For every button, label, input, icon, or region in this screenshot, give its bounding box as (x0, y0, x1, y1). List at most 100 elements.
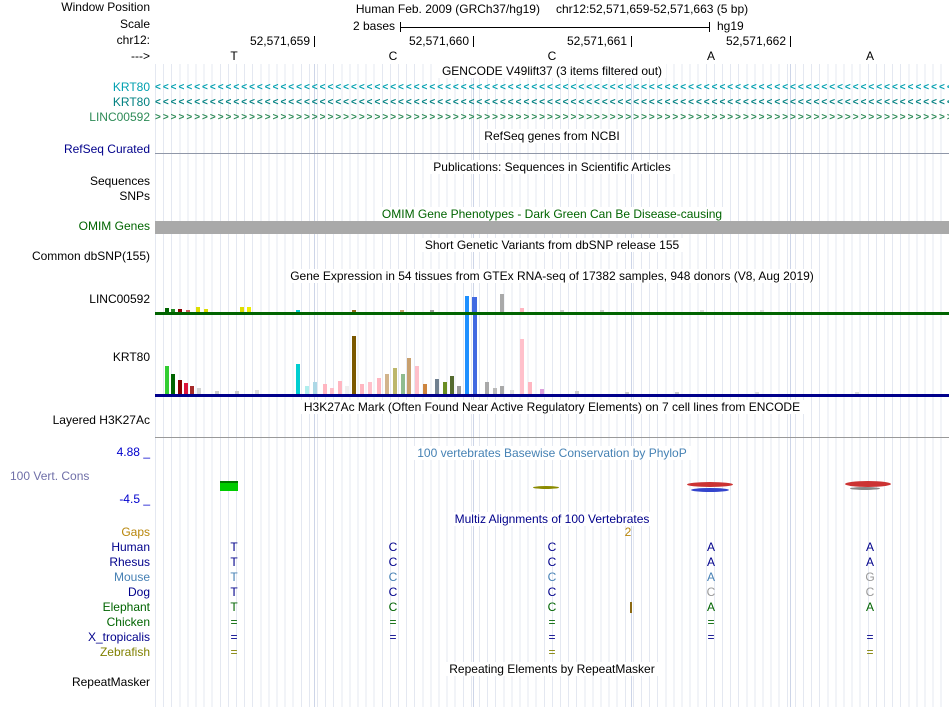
label-seqs[interactable]: Sequences (0, 175, 150, 188)
gtex-bar (465, 296, 469, 394)
label-rmsk[interactable]: RepeatMasker (0, 676, 150, 689)
genome-browser: Window Position Scale chr12: ---> KRT80 KRT80… (0, 0, 950, 707)
alignment-base-x_tropicalis: = (866, 630, 874, 644)
gtex-bar (323, 384, 327, 394)
gene-item-krt80-0[interactable]: <<<<<<<<<<<<<<<<<<<<<<<<<<<<<<<<<<<<<<<<… (155, 81, 949, 94)
alignment-base-chicken: = (548, 615, 556, 629)
ruler-tick (790, 36, 791, 47)
gtex-bar (178, 380, 182, 394)
label-species-dog[interactable]: Dog (0, 586, 150, 599)
base-letter: A (706, 49, 716, 63)
h3k27ac-track-line (155, 437, 949, 438)
conservation-track[interactable] (155, 460, 949, 506)
label-snps[interactable]: SNPs (0, 190, 150, 203)
conservation-mark (687, 482, 733, 487)
alignment-base-mouse: G (865, 570, 875, 584)
track-title-publications: Publications: Sequences in Scientific Ar… (155, 160, 949, 174)
ruler-coordinate: 52,571,662 (725, 34, 786, 48)
alignment-base-mouse: C (388, 570, 398, 584)
alignment-base-rhesus: A (706, 555, 716, 569)
gtex-bar (393, 368, 397, 394)
alignment-base-dog: C (706, 585, 716, 599)
label-vert_cons[interactable]: 100 Vert. Cons (0, 470, 150, 483)
ruler-coordinate: 52,571,660 (408, 34, 469, 48)
track-title-dbsnp: Short Genetic Variants from dbSNP releas… (155, 238, 949, 252)
alignment-base-chicken: = (230, 615, 238, 629)
track-title-phylop: 100 vertebrates Basewise Conservation by… (155, 446, 949, 460)
track-title-multiz: Multiz Alignments of 100 Vertebrates (155, 512, 949, 526)
label-species-x_tropicalis[interactable]: X_tropicalis (0, 631, 150, 644)
alignment-base-dog: C (547, 585, 557, 599)
gtex-bar (184, 383, 188, 394)
label-species-mouse[interactable]: Mouse (0, 571, 150, 584)
alignment-base-rhesus: C (388, 555, 398, 569)
label-gtex_linc[interactable]: LINC00592 (0, 293, 150, 306)
gtex-bar (377, 378, 381, 394)
alignment-base-dog: T (230, 585, 238, 599)
gtex-bar (435, 379, 439, 394)
label-chr: chr12: (116, 33, 150, 47)
conservation-mark (220, 481, 238, 483)
gene-item-krt80-1[interactable]: <<<<<<<<<<<<<<<<<<<<<<<<<<<<<<<<<<<<<<<<… (155, 96, 949, 109)
label-krt80a[interactable]: KRT80 (0, 81, 150, 94)
gtex-bar (171, 374, 175, 394)
label-cons_max: 4.88 _ (116, 445, 150, 459)
label-h3k27ac[interactable]: Layered H3K27Ac (0, 414, 150, 427)
gtex-bar (500, 386, 504, 394)
track-title-gencode: GENCODE V49lift37 (3 items filtered out) (155, 64, 949, 78)
ruler-tick (631, 36, 632, 47)
base-letter: C (388, 49, 398, 63)
ruler-tick (314, 36, 315, 47)
alignment-base-dog: C (865, 585, 875, 599)
label-dbsnp[interactable]: Common dbSNP(155) (0, 250, 150, 263)
alignment-base-chicken: = (389, 615, 397, 629)
gene-item-linc00592-2[interactable]: >>>>>>>>>>>>>>>>>>>>>>>>>>>>>>>>>>>>>>>>… (155, 111, 949, 124)
label-gaps[interactable]: Gaps (0, 526, 150, 539)
gtex-bar (520, 339, 524, 394)
gtex-chart-krt80[interactable] (155, 294, 949, 396)
conservation-mark (220, 483, 238, 491)
alignment-base-elephant: A (865, 600, 875, 614)
track-title-repeatmasker: Repeating Elements by RepeatMasker (155, 662, 949, 676)
alignment-base-zebrafish: = (866, 645, 874, 659)
gtex-bar (368, 382, 372, 394)
base-letter: C (547, 49, 557, 63)
track-title-h3k27ac: H3K27Ac Mark (Often Found Near Active Re… (155, 400, 949, 414)
label-species-elephant[interactable]: Elephant (0, 601, 150, 614)
label-strand: ---> (131, 49, 150, 63)
label-cons_min: -4.5 _ (119, 492, 150, 506)
scale-bar (400, 22, 710, 32)
label-species-chicken[interactable]: Chicken (0, 616, 150, 629)
label-omim[interactable]: OMIM Genes (0, 220, 150, 233)
alignment-base-elephant: T (230, 600, 238, 614)
label-species-human[interactable]: Human (0, 541, 150, 554)
alignment-base-x_tropicalis: = (548, 630, 556, 644)
gtex-bar (338, 381, 342, 394)
gtex-bar (352, 336, 356, 394)
gtex-baseline-linc00592 (155, 312, 949, 315)
label-species-rhesus[interactable]: Rhesus (0, 556, 150, 569)
position-range: chr12:52,571,659-52,571,663 (5 bp) (555, 2, 749, 16)
gtex-bar (415, 366, 419, 394)
label-krt80b[interactable]: KRT80 (0, 96, 150, 109)
gtex-baseline-krt80 (155, 394, 949, 397)
gtex-bar (450, 376, 454, 394)
base-letter: T (230, 49, 238, 63)
ruler-tick (473, 36, 474, 47)
alignment-base-mouse: A (706, 570, 716, 584)
label-species-zebrafish[interactable]: Zebrafish (0, 646, 150, 659)
alignment-base-rhesus: T (230, 555, 238, 569)
label-linc[interactable]: LINC00592 (0, 111, 150, 124)
alignment-base-human: T (230, 540, 238, 554)
gtex-bar (385, 374, 389, 394)
alignment-base-elephant: A (706, 600, 716, 614)
omim-genes-bar[interactable] (155, 221, 949, 234)
alignment-base-human: A (706, 540, 716, 554)
label-refseq[interactable]: RefSeq Curated (0, 143, 150, 156)
alignment-base-dog: C (388, 585, 398, 599)
label-gtex_krt[interactable]: KRT80 (0, 351, 150, 364)
gtex-bar (305, 386, 309, 394)
alignment-base-zebrafish: = (230, 645, 238, 659)
alignment-base-x_tropicalis: = (389, 630, 397, 644)
ruler-coordinate: 52,571,659 (249, 34, 310, 48)
